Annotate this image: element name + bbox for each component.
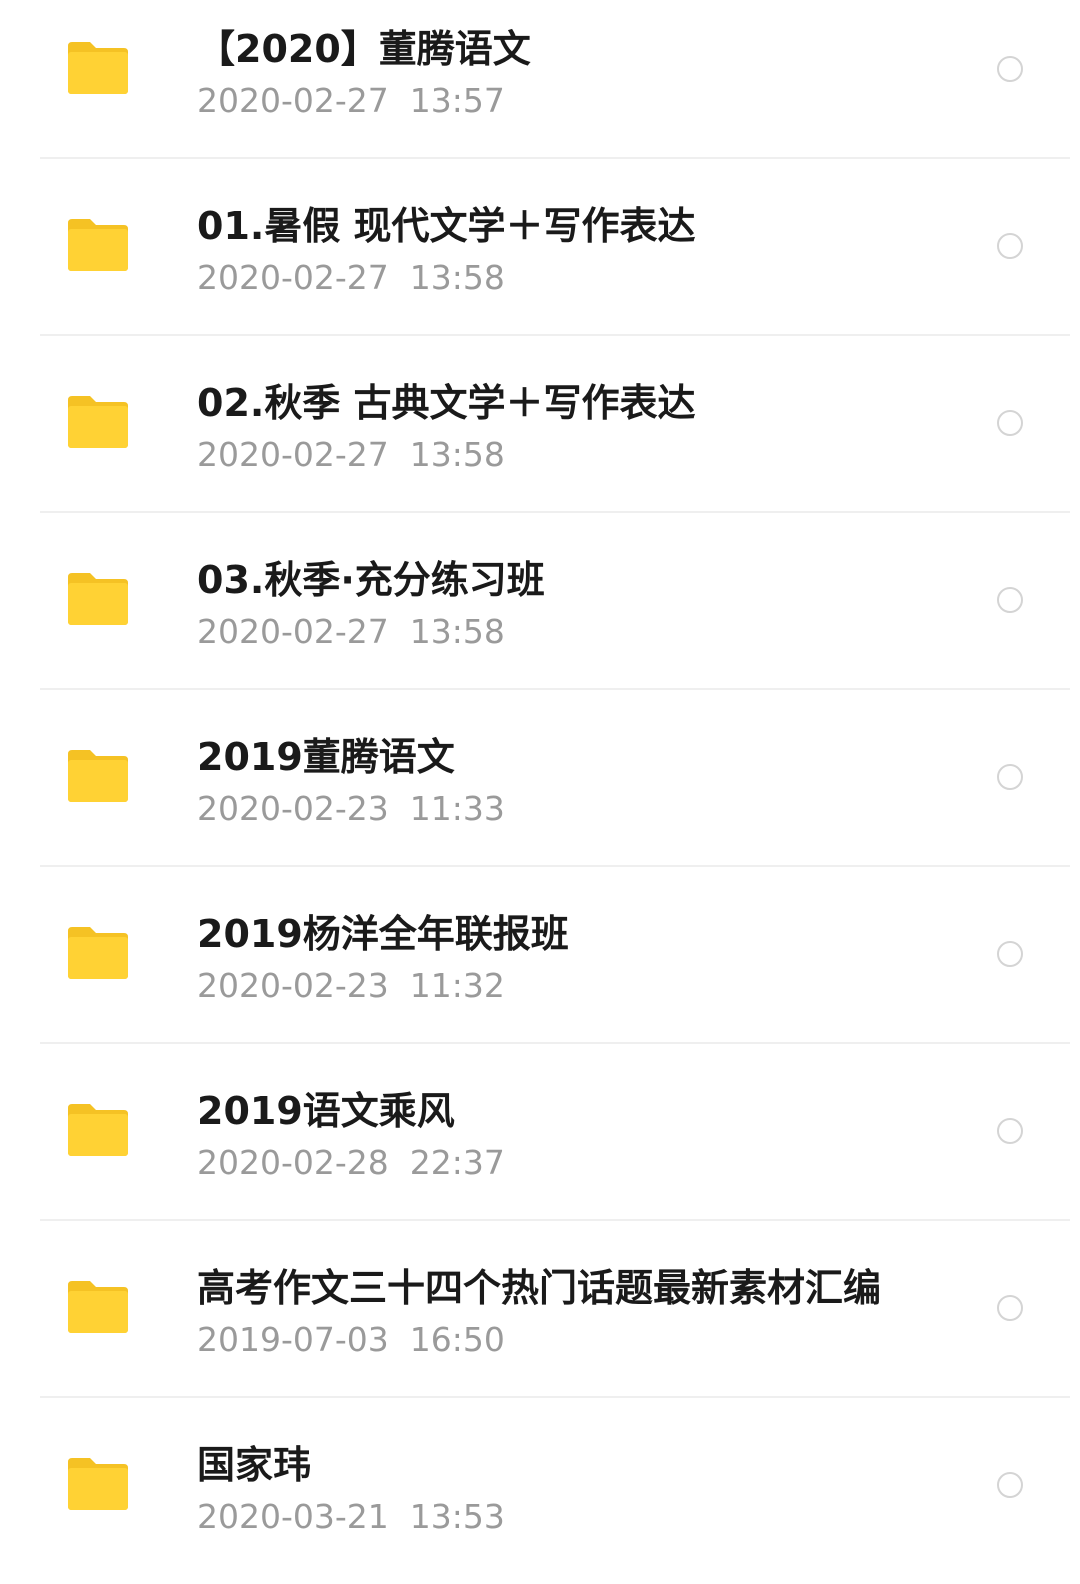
file-name: 高考作文三十四个热门话题最新素材汇编 [197,1266,882,1310]
file-time: 2019-07-03 16:50 [197,1320,505,1359]
folder-icon [68,42,128,94]
radio-circle-icon[interactable] [997,233,1023,259]
file-time: 2020-02-28 22:37 [197,1143,505,1182]
file-name: 2019杨洋全年联报班 [197,912,569,956]
folder-icon [68,1458,128,1510]
radio-circle-icon[interactable] [997,1118,1023,1144]
radio-circle-icon[interactable] [997,410,1023,436]
list-item[interactable]: 03.秋季·充分练习班 2020-02-27 13:58 [0,513,1080,690]
file-name: 01.暑假 现代文学＋写作表达 [197,204,696,248]
list-item[interactable]: 【2020】董腾语文 2020-02-27 13:57 [0,0,1080,159]
radio-circle-icon[interactable] [997,764,1023,790]
folder-icon [68,219,128,271]
file-name: 02.秋季 古典文学＋写作表达 [197,381,696,425]
file-time: 2020-02-27 13:58 [197,612,505,651]
file-name: 2019董腾语文 [197,735,455,779]
list-item[interactable]: 高考作文三十四个热门话题最新素材汇编 2019-07-03 16:50 [0,1221,1080,1398]
folder-icon [68,927,128,979]
file-name: 03.秋季·充分练习班 [197,558,545,602]
radio-circle-icon[interactable] [997,1295,1023,1321]
radio-circle-icon[interactable] [997,1472,1023,1498]
radio-circle-icon[interactable] [997,56,1023,82]
list-item[interactable]: 02.秋季 古典文学＋写作表达 2020-02-27 13:58 [0,336,1080,513]
file-name: 2019语文乘风 [197,1089,455,1133]
file-time: 2020-02-27 13:58 [197,258,505,297]
folder-icon [68,1104,128,1156]
folder-icon [68,396,128,448]
file-list: 【2020】董腾语文 2020-02-27 13:57 01.暑假 现代文学＋写… [0,0,1080,1584]
file-time: 2020-02-27 13:57 [197,81,505,120]
file-name: 【2020】董腾语文 [197,27,531,71]
file-name: 国家玮 [197,1443,312,1487]
folder-icon [68,1281,128,1333]
radio-circle-icon[interactable] [997,941,1023,967]
radio-circle-icon[interactable] [997,587,1023,613]
file-time: 2020-02-23 11:33 [197,789,505,828]
file-time: 2020-02-23 11:32 [197,966,505,1005]
folder-icon [68,750,128,802]
list-item[interactable]: 2019语文乘风 2020-02-28 22:37 [0,1044,1080,1221]
list-item[interactable]: 2019杨洋全年联报班 2020-02-23 11:32 [0,867,1080,1044]
list-item[interactable]: 01.暑假 现代文学＋写作表达 2020-02-27 13:58 [0,159,1080,336]
file-time: 2020-02-27 13:58 [197,435,505,474]
file-time: 2020-03-21 13:53 [197,1497,505,1536]
list-item[interactable]: 国家玮 2020-03-21 13:53 [0,1398,1080,1575]
folder-icon [68,573,128,625]
list-item[interactable]: 2019董腾语文 2020-02-23 11:33 [0,690,1080,867]
